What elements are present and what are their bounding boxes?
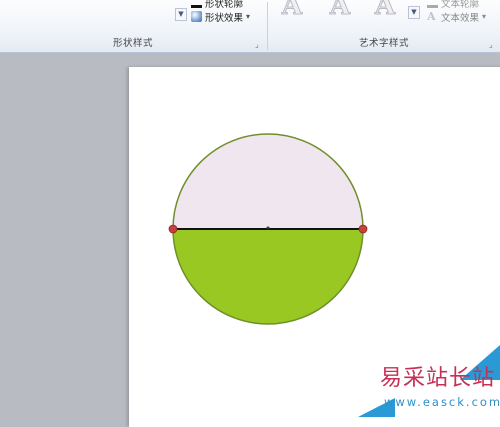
watermark-brand: 易采站长站 <box>380 366 496 391</box>
line-endpoint-handle-right[interactable] <box>358 224 368 234</box>
watermark-url: www.easck.com <box>384 395 500 409</box>
circle-bottom-half[interactable] <box>173 229 363 324</box>
circle-top-half[interactable] <box>173 134 363 229</box>
line-endpoint-handle-left[interactable] <box>168 224 178 234</box>
drawing-layer <box>168 133 500 417</box>
line-midpoint-marker <box>266 226 270 230</box>
